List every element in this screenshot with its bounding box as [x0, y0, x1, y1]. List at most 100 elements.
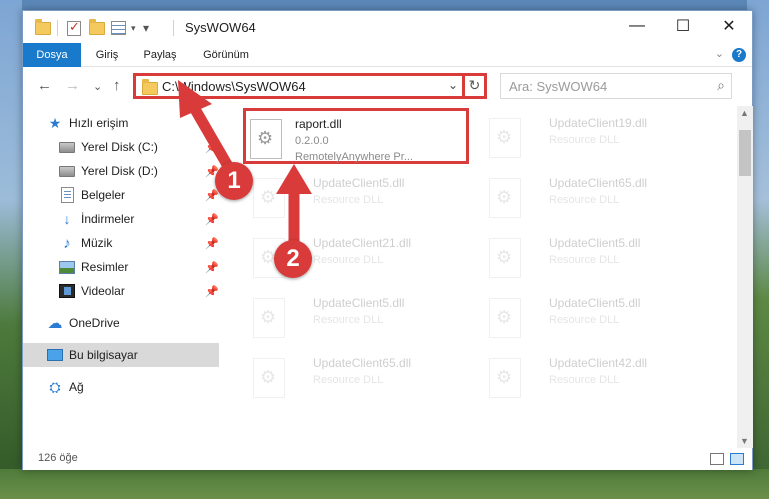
sidebar-item-pictures[interactable]: Resimler 📌 [23, 255, 219, 279]
sidebar-item-network[interactable]: ⛭ Ağ [23, 375, 219, 399]
file-item[interactable]: UpdateClient19.dll Resource DLL [485, 110, 711, 166]
sidebar-item-videos[interactable]: Videolar 📌 [23, 279, 219, 303]
cloud-icon: ☁ [47, 315, 63, 332]
sidebar-item-onedrive[interactable]: ☁ OneDrive [23, 311, 219, 335]
address-dropdown-icon[interactable]: ⌄ [448, 78, 458, 92]
ribbon-tabs: Dosya Giriş Paylaş Görünüm ⌄ ? [23, 43, 752, 67]
expand-ribbon-icon[interactable]: ⌄ [715, 47, 724, 60]
file-item[interactable]: UpdateClient5.dll Resource DLL [485, 290, 711, 346]
address-path[interactable]: C:\Windows\SysWOW64 [162, 79, 306, 94]
quick-access-separator [57, 19, 58, 37]
sidebar-item-label: Belgeler [81, 188, 126, 202]
drive-icon [59, 163, 75, 179]
file-item[interactable]: UpdateClient5.dll Resource DLL [249, 170, 475, 226]
sidebar-item-this-pc[interactable]: Bu bilgisayar [23, 343, 219, 367]
file-description: Resource DLL [313, 194, 384, 206]
file-item-raport-dll[interactable]: raport.dll 0.2.0.0 RemotelyAnywhere Pr..… [243, 108, 469, 164]
drive-icon [59, 139, 75, 155]
file-description: Resource DLL [313, 314, 384, 326]
computer-icon [47, 347, 63, 363]
maximize-button[interactable]: ☐ [660, 11, 706, 41]
address-bar[interactable]: C:\Windows\SysWOW64 ⌄ ↻ [133, 73, 487, 99]
tab-view[interactable]: Görünüm [193, 43, 259, 67]
videos-icon [59, 283, 75, 299]
sidebar-item-local-disk-d[interactable]: Yerel Disk (D:) 📌 [23, 159, 219, 183]
step-1-badge: 1 [215, 162, 253, 200]
help-icon[interactable]: ? [732, 48, 746, 62]
title-separator [173, 19, 174, 37]
dll-file-icon [253, 178, 285, 218]
refresh-button[interactable]: ↻ [462, 73, 484, 99]
pin-icon[interactable]: 📌 [205, 261, 219, 274]
sidebar-item-local-disk-c[interactable]: Yerel Disk (C:) 📌 [23, 135, 219, 159]
documents-icon [59, 187, 75, 203]
forward-button[interactable]: → [65, 77, 80, 94]
file-name: UpdateClient5.dll [313, 176, 405, 190]
file-item[interactable]: UpdateClient5.dll Resource DLL [249, 290, 475, 346]
pin-icon[interactable]: 📌 [205, 237, 219, 250]
vertical-scrollbar[interactable]: ▲ ▼ [737, 106, 753, 448]
title-bar: ▾ ▾ SysWOW64 — ☐ ✕ [23, 11, 752, 43]
scroll-down-arrow-icon[interactable]: ▼ [740, 436, 749, 446]
sidebar-item-label: İndirmeler [81, 212, 135, 226]
sidebar-item-label: Ağ [69, 380, 84, 394]
sidebar-item-documents[interactable]: Belgeler 📌 [23, 183, 219, 207]
properties-check-icon[interactable] [67, 19, 81, 37]
file-name: UpdateClient19.dll [549, 116, 648, 130]
customize-toolbar-chevron-icon[interactable]: ▾ [131, 19, 136, 37]
dll-file-icon [489, 118, 521, 158]
search-input[interactable]: Ara: SysWOW64 [509, 79, 607, 94]
sidebar-item-label: Müzik [81, 236, 113, 250]
back-button[interactable]: ← [37, 77, 52, 94]
minimize-button[interactable]: — [614, 11, 660, 41]
tab-file[interactable]: Dosya [23, 43, 81, 67]
quick-access-dropdown-icon[interactable]: ▾ [143, 19, 149, 37]
pin-icon[interactable]: 📌 [205, 213, 219, 226]
dll-file-icon [253, 298, 285, 338]
file-version: 0.2.0.0 [295, 135, 329, 147]
file-item[interactable]: UpdateClient65.dll Resource DLL [485, 170, 711, 226]
search-box[interactable]: Ara: SysWOW64 ⌕ [500, 73, 732, 99]
sidebar-item-label: Yerel Disk (D:) [81, 164, 158, 178]
sidebar-item-label: Hızlı erişim [69, 116, 129, 130]
file-name: UpdateClient5.dll [313, 296, 405, 310]
tab-share[interactable]: Paylaş [133, 43, 187, 67]
pin-icon[interactable]: 📌 [205, 141, 219, 154]
desktop-wallpaper-bottom [0, 469, 769, 499]
file-name: UpdateClient65.dll [549, 176, 648, 190]
tab-home[interactable]: Giriş [85, 43, 129, 67]
sidebar-item-music[interactable]: ♪ Müzik 📌 [23, 231, 219, 255]
new-folder-icon[interactable] [89, 18, 105, 37]
sidebar-item-label: OneDrive [69, 316, 120, 330]
view-properties-icon[interactable] [111, 19, 126, 37]
close-button[interactable]: ✕ [706, 11, 752, 41]
status-bar: 126 öğe [23, 448, 752, 470]
file-description: Resource DLL [549, 134, 620, 146]
dll-file-icon [250, 119, 282, 159]
sidebar-item-quick-access[interactable]: ★ Hızlı erişim [23, 111, 219, 135]
file-name: UpdateClient5.dll [549, 296, 641, 310]
pin-icon[interactable]: 📌 [205, 285, 219, 298]
file-description: Resource DLL [549, 314, 620, 326]
search-icon[interactable]: ⌕ [717, 77, 725, 94]
file-item[interactable]: UpdateClient42.dll Resource DLL [485, 350, 711, 406]
file-description: Resource DLL [313, 374, 384, 386]
large-icons-view-icon[interactable] [730, 453, 744, 465]
dll-file-icon [489, 178, 521, 218]
details-view-icon[interactable] [710, 453, 724, 465]
file-list: raport.dll 0.2.0.0 RemotelyAnywhere Pr..… [231, 106, 731, 446]
recent-locations-button[interactable]: ⌄ [93, 80, 102, 93]
sidebar-item-downloads[interactable]: ↓ İndirmeler 📌 [23, 207, 219, 231]
file-item[interactable]: UpdateClient5.dll Resource DLL [485, 230, 711, 286]
file-description: Resource DLL [549, 194, 620, 206]
scroll-up-arrow-icon[interactable]: ▲ [740, 108, 749, 118]
file-name: UpdateClient42.dll [549, 356, 648, 370]
file-item[interactable]: UpdateClient65.dll Resource DLL [249, 350, 475, 406]
up-button[interactable]: ↑ [113, 77, 121, 94]
sidebar-item-label: Resimler [81, 260, 129, 274]
scroll-thumb[interactable] [739, 130, 751, 176]
sidebar-item-label: Bu bilgisayar [69, 348, 138, 362]
explorer-window: ▾ ▾ SysWOW64 — ☐ ✕ Dosya Giriş Paylaş Gö… [22, 10, 753, 470]
address-folder-icon [142, 79, 158, 95]
desktop-wallpaper-left [0, 0, 22, 499]
